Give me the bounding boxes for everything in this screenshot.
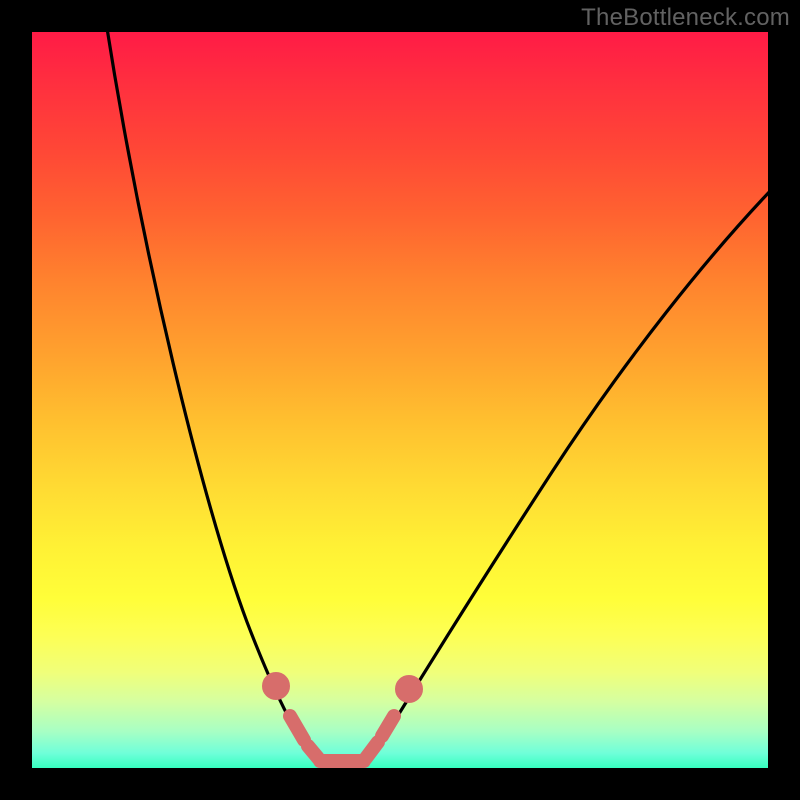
- watermark-text: TheBottleneck.com: [581, 4, 790, 32]
- right-curve: [367, 187, 774, 761]
- curve-layer: [32, 32, 768, 768]
- chart-container: TheBottleneck.com: [0, 0, 800, 800]
- marker-seg-4: [382, 716, 394, 736]
- left-curve: [106, 22, 317, 761]
- plot-area: [32, 32, 768, 768]
- marker-dot-left: [269, 679, 283, 693]
- marker-dot-right: [402, 682, 416, 696]
- bottom-marker-group: [269, 679, 416, 761]
- marker-seg-3: [366, 742, 378, 758]
- marker-seg-1: [290, 716, 304, 740]
